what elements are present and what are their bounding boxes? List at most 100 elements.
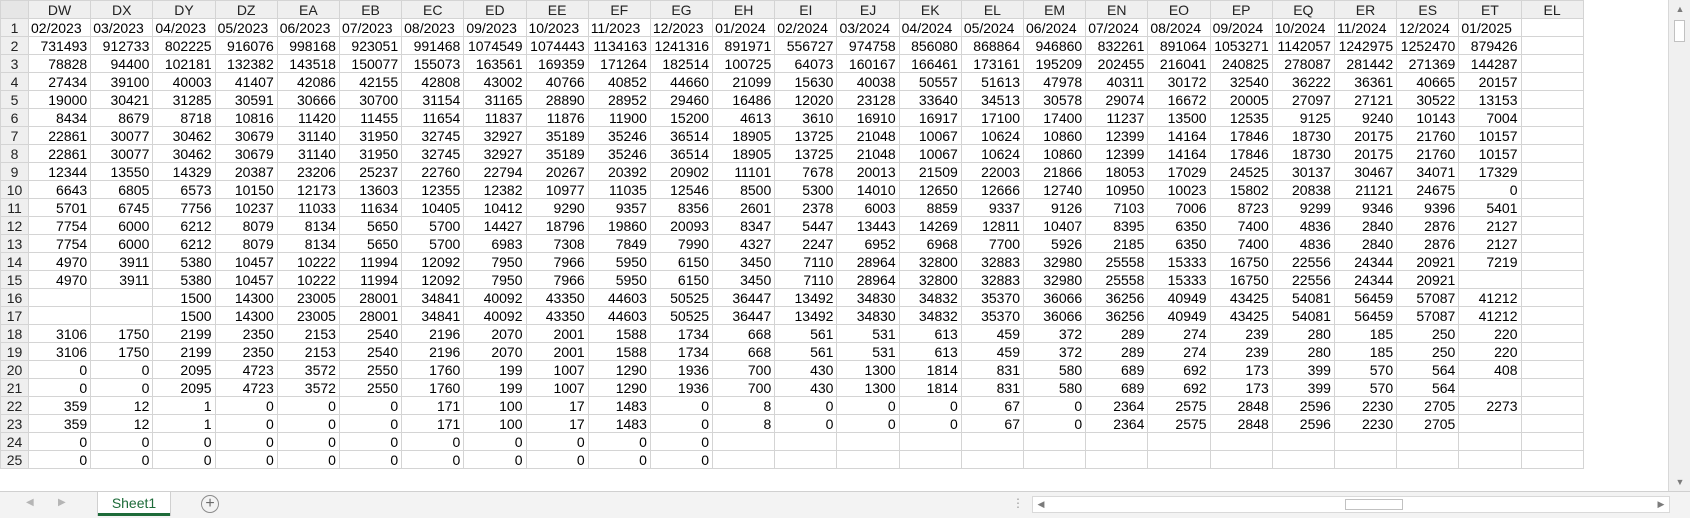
cell[interactable]: 10150 <box>214 180 278 199</box>
cell[interactable]: 02/2024 <box>774 18 838 37</box>
cell[interactable]: 4836 <box>1271 216 1335 235</box>
cell[interactable]: 10407 <box>1022 216 1087 235</box>
cell[interactable]: 21099 <box>712 72 776 91</box>
cell[interactable]: 18905 <box>712 126 776 145</box>
scroll-down-icon[interactable]: ▼ <box>1669 473 1690 491</box>
column-header[interactable]: EB <box>338 0 403 19</box>
cell[interactable]: 12666 <box>960 180 1025 199</box>
cell[interactable]: 14300 <box>214 288 278 307</box>
cell[interactable]: 42155 <box>338 72 403 91</box>
cell[interactable]: 8134 <box>276 216 340 235</box>
cell[interactable]: 3911 <box>90 252 154 271</box>
cell[interactable] <box>1396 450 1460 469</box>
horizontal-scrollbar[interactable]: ◀ ▶ <box>1032 496 1670 513</box>
cell[interactable] <box>1333 450 1398 469</box>
cell[interactable]: 15200 <box>649 108 714 127</box>
cell[interactable]: 12173 <box>276 180 340 199</box>
cell[interactable] <box>1520 216 1584 235</box>
cell[interactable] <box>1520 90 1584 109</box>
cell[interactable]: 1734 <box>649 324 714 343</box>
cell[interactable]: 21866 <box>1022 162 1087 181</box>
cell[interactable]: 3106 <box>27 324 92 343</box>
spreadsheet-grid[interactable]: DW DX DY DZ EA EB EC ED EE EF EG EH EI EJ EK EL EM EN EO EP… <box>0 0 1668 491</box>
cell[interactable]: 8500 <box>712 180 776 199</box>
cell[interactable]: 0 <box>649 396 714 415</box>
cell[interactable]: 7950 <box>463 270 527 289</box>
cell[interactable]: 100725 <box>712 54 776 73</box>
select-all-corner[interactable] <box>0 0 29 19</box>
cell[interactable]: 281442 <box>1333 54 1398 73</box>
cell[interactable]: 32745 <box>401 126 465 145</box>
cell[interactable]: 8859 <box>898 198 962 217</box>
cell[interactable]: 15333 <box>1147 252 1211 271</box>
cell[interactable]: 17846 <box>1209 126 1273 145</box>
column-header[interactable]: ET <box>1458 0 1522 19</box>
cell[interactable]: 42086 <box>276 72 340 91</box>
cell[interactable]: 8 <box>712 396 776 415</box>
cell[interactable]: 20387 <box>214 162 278 181</box>
row-header[interactable]: 13 <box>0 234 29 253</box>
cell[interactable]: 832261 <box>1085 36 1149 55</box>
cell[interactable] <box>1085 432 1149 451</box>
cell[interactable] <box>1520 342 1584 361</box>
cell[interactable]: 30467 <box>1333 162 1398 181</box>
cell[interactable]: 1734 <box>649 342 714 361</box>
cell[interactable]: 13725 <box>774 126 838 145</box>
cell[interactable]: 40038 <box>836 72 900 91</box>
cell[interactable]: 30137 <box>1271 162 1335 181</box>
column-header[interactable]: EF <box>587 0 651 19</box>
cell[interactable]: 10816 <box>214 108 278 127</box>
cell[interactable]: 668 <box>712 324 776 343</box>
cell[interactable]: 13492 <box>774 288 838 307</box>
cell[interactable]: 2848 <box>1209 396 1273 415</box>
cell[interactable]: 41407 <box>214 72 278 91</box>
cell[interactable]: 946860 <box>1022 36 1087 55</box>
cell[interactable]: 16672 <box>1147 90 1211 109</box>
cell[interactable]: 155073 <box>401 54 465 73</box>
cell[interactable]: 11634 <box>338 198 403 217</box>
cell[interactable]: 278087 <box>1271 54 1335 73</box>
cell[interactable]: 1814 <box>898 360 962 379</box>
cell[interactable]: 171264 <box>587 54 651 73</box>
row-header[interactable]: 12 <box>0 216 29 235</box>
cell[interactable] <box>1520 36 1584 55</box>
cell[interactable]: 556727 <box>774 36 838 55</box>
cell[interactable]: 6000 <box>90 234 154 253</box>
row-header[interactable]: 21 <box>0 378 29 397</box>
cell[interactable]: 171 <box>401 414 465 433</box>
cell[interactable]: 12399 <box>1085 144 1149 163</box>
cell[interactable]: 7849 <box>587 234 651 253</box>
cell[interactable]: 991468 <box>401 36 465 55</box>
cell[interactable]: 6150 <box>649 252 714 271</box>
vertical-scrollbar[interactable]: ▲ ▼ <box>1668 0 1690 491</box>
cell[interactable]: 56459 <box>1333 288 1398 307</box>
cell[interactable]: 01/2024 <box>712 18 776 37</box>
row-header[interactable]: 19 <box>0 342 29 361</box>
cell[interactable]: 1483 <box>587 396 651 415</box>
cell[interactable]: 2550 <box>338 378 403 397</box>
cell[interactable]: 2550 <box>338 360 403 379</box>
cell[interactable]: 20921 <box>1396 270 1460 289</box>
scroll-left-icon[interactable]: ◀ <box>1033 497 1049 512</box>
cell[interactable]: 0 <box>774 396 838 415</box>
cell[interactable]: 144287 <box>1458 54 1522 73</box>
cell[interactable]: 12092 <box>401 270 465 289</box>
cell[interactable]: 30700 <box>338 90 403 109</box>
cell[interactable]: 220 <box>1458 324 1522 343</box>
cell[interactable]: 1290 <box>587 360 651 379</box>
cell[interactable]: 10222 <box>276 270 340 289</box>
cell[interactable]: 36361 <box>1333 72 1398 91</box>
cell[interactable]: 20921 <box>1396 252 1460 271</box>
cell[interactable]: 28964 <box>836 252 900 271</box>
cell[interactable]: 169359 <box>525 54 589 73</box>
cell[interactable]: 78828 <box>27 54 92 73</box>
cell[interactable]: 2840 <box>1333 234 1398 253</box>
cell[interactable]: 216041 <box>1147 54 1211 73</box>
cell[interactable]: 613 <box>898 342 962 361</box>
cell[interactable]: 0 <box>152 432 216 451</box>
cell[interactable]: 1074443 <box>525 36 589 55</box>
cell[interactable]: 185 <box>1333 342 1398 361</box>
cell[interactable]: 163561 <box>463 54 527 73</box>
cell[interactable]: 12092 <box>401 252 465 271</box>
cell[interactable]: 5447 <box>774 216 838 235</box>
